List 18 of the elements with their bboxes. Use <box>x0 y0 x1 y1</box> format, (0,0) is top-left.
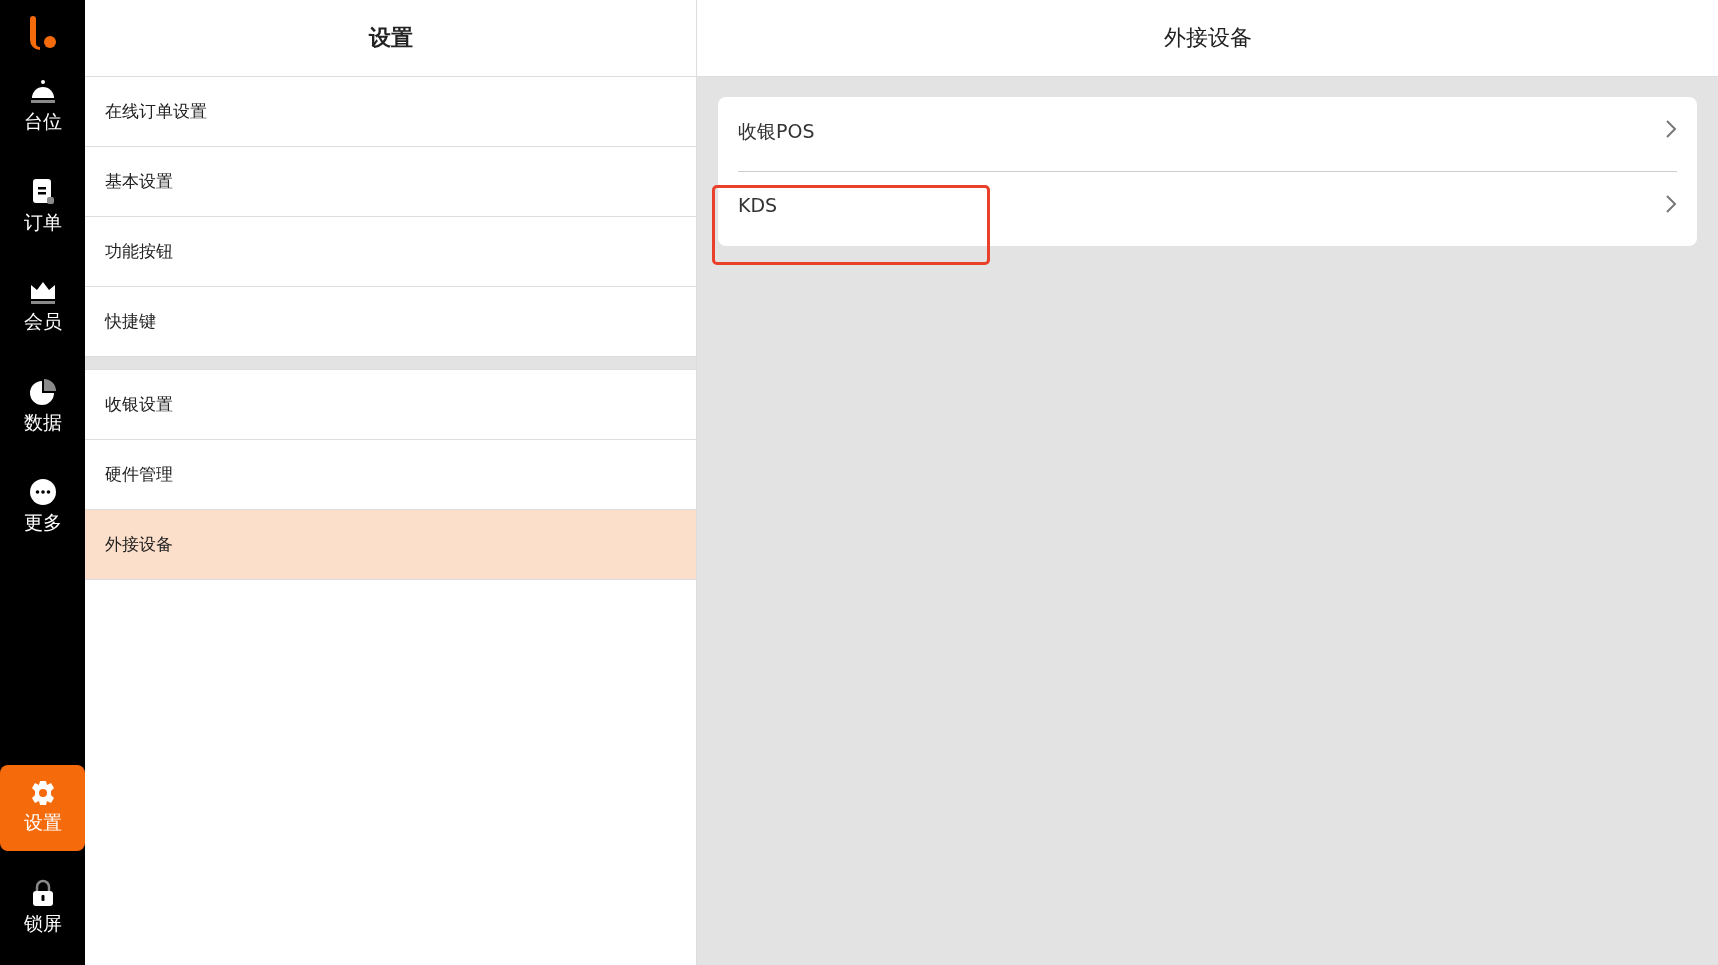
nav-item[interactable]: 锁屏 <box>0 865 85 951</box>
settings-item[interactable]: 外接设备 <box>85 510 696 580</box>
nav-item[interactable]: 订单 <box>0 164 85 250</box>
device-item[interactable]: KDS <box>738 194 778 216</box>
nav-item[interactable]: 台位 <box>0 64 85 150</box>
chevron-right-icon <box>1665 119 1677 139</box>
gear-icon <box>29 780 56 806</box>
pie-chart-icon <box>28 378 57 406</box>
chevron-right-icon <box>1665 194 1677 214</box>
nav-item[interactable]: 更多 <box>0 464 85 550</box>
logo-icon <box>27 16 58 50</box>
nav-item[interactable]: 数据 <box>0 364 85 450</box>
cloche-icon <box>28 79 57 105</box>
panel-title: 设置 <box>368 24 413 52</box>
device-item[interactable]: 收银POS <box>738 119 815 145</box>
nav-item[interactable]: 会员 <box>0 264 85 350</box>
panel-title: 外接设备 <box>1163 24 1252 52</box>
more-icon <box>28 478 57 506</box>
